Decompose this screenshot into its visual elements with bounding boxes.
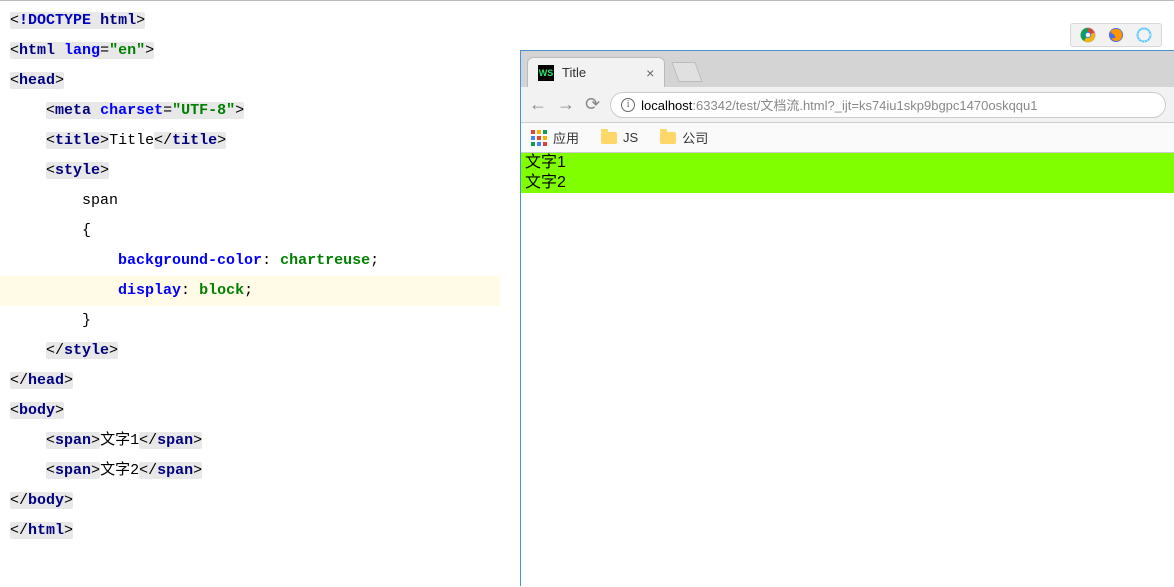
- bookmark-folder-company[interactable]: 公司: [660, 128, 708, 147]
- browser-preview-icons: [1070, 23, 1162, 47]
- new-tab-button[interactable]: [672, 62, 703, 82]
- code-line: <head>: [10, 66, 520, 96]
- ide-browser-toolbar: [520, 0, 1174, 50]
- code-line: background-color: chartreuse;: [10, 246, 520, 276]
- favicon-icon: WS: [538, 65, 554, 81]
- code-editor-panel: <!DOCTYPE html> <html lang="en"> <head> …: [0, 0, 520, 586]
- code-line: </style>: [10, 336, 520, 366]
- code-line: </head>: [10, 366, 520, 396]
- address-bar[interactable]: i localhost:63342/test/文档流.html?_ijt=ks7…: [610, 92, 1166, 118]
- apps-label: 应用: [553, 128, 579, 147]
- firefox-icon[interactable]: [1107, 26, 1125, 44]
- code-line: <style>: [10, 156, 520, 186]
- code-line: </html>: [10, 516, 520, 546]
- chrome-icon[interactable]: [1079, 26, 1097, 44]
- code-line: {: [10, 216, 520, 246]
- browser-toolbar: ← → ⟳ i localhost:63342/test/文档流.html?_i…: [521, 87, 1174, 123]
- apps-icon: [531, 130, 547, 146]
- bookmark-label: 公司: [682, 128, 708, 147]
- rendered-span-2: 文字2: [521, 173, 1174, 193]
- browser-tab[interactable]: WS Title ×: [527, 57, 665, 87]
- code-line: <title>Title</title>: [10, 126, 520, 156]
- tabstrip: WS Title ×: [521, 51, 1174, 87]
- bookmark-label: JS: [623, 130, 638, 145]
- code-line: }: [10, 306, 520, 336]
- close-tab-icon[interactable]: ×: [646, 65, 654, 81]
- browser-window: WS Title × ← → ⟳ i localhost:63342/test/…: [520, 50, 1174, 586]
- code-line: span: [10, 186, 520, 216]
- code-line: <span>文字1</span>: [10, 426, 520, 456]
- safari-icon[interactable]: [1135, 26, 1153, 44]
- apps-button[interactable]: 应用: [531, 128, 579, 147]
- folder-icon: [660, 132, 676, 144]
- browser-viewport: 文字1 文字2: [521, 153, 1174, 587]
- code-line: <meta charset="UTF-8">: [10, 96, 520, 126]
- code-line: </body>: [10, 486, 520, 516]
- forward-button[interactable]: →: [557, 94, 575, 115]
- browser-chrome: WS Title × ← → ⟳ i localhost:63342/test/…: [521, 50, 1174, 153]
- code-line-highlighted: display: block;: [0, 276, 500, 306]
- bookmarks-bar: 应用 JS 公司: [521, 123, 1174, 153]
- bookmark-folder-js[interactable]: JS: [601, 130, 638, 145]
- reload-button[interactable]: ⟳: [585, 94, 600, 115]
- code-line: <span>文字2</span>: [10, 456, 520, 486]
- tab-title: Title: [562, 65, 586, 80]
- site-info-icon[interactable]: i: [621, 98, 635, 112]
- code-line: <!DOCTYPE html>: [10, 6, 520, 36]
- code-line: <html lang="en">: [10, 36, 520, 66]
- url-rest: :63342/test/文档流.html?_ijt=ks74iu1skp9bgp…: [692, 98, 1037, 113]
- code-line: <body>: [10, 396, 520, 426]
- back-button[interactable]: ←: [529, 94, 547, 115]
- folder-icon: [601, 132, 617, 144]
- url-host: localhost: [641, 98, 692, 113]
- rendered-span-1: 文字1: [521, 153, 1174, 173]
